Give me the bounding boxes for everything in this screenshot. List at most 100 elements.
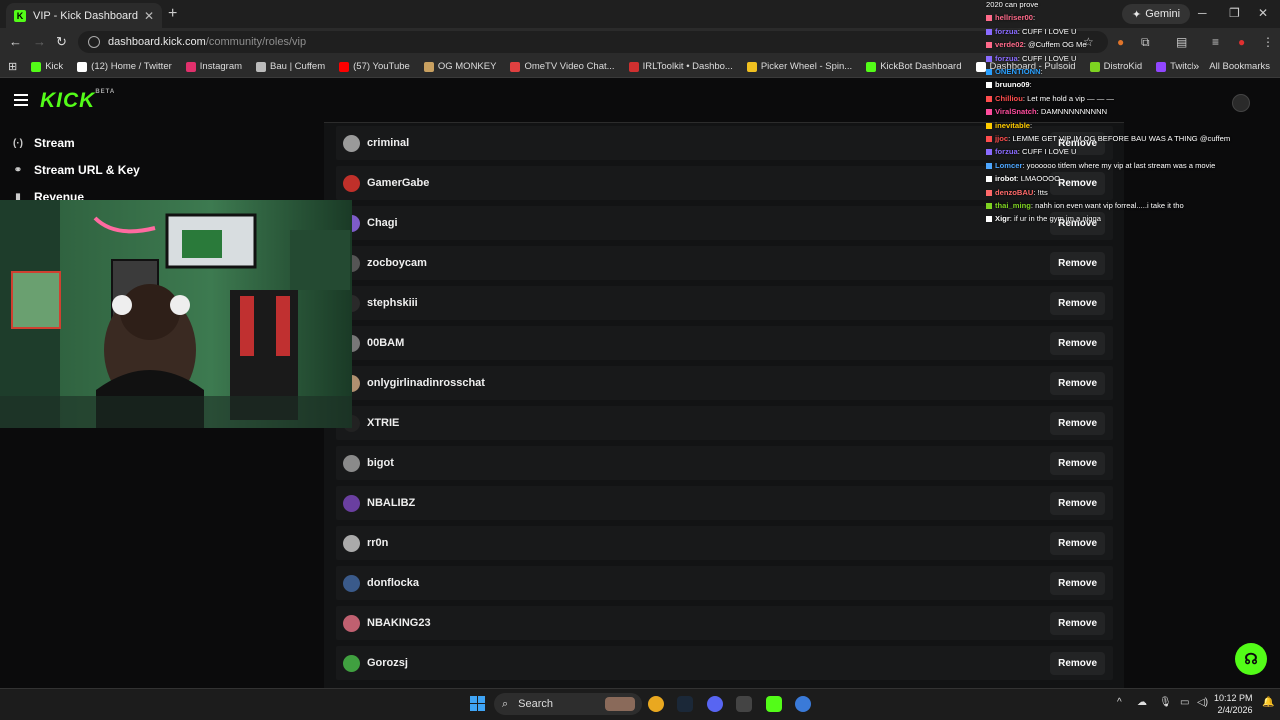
remove-vip-button[interactable]: Remove [1050,491,1105,515]
back-icon[interactable]: ← [9,34,22,49]
bookmark-item[interactable]: OG MONKEY [423,61,496,72]
remove-vip-button[interactable]: Remove [1050,331,1105,355]
bookmark-favicon-icon [339,61,350,72]
vip-username[interactable]: Gorozsj [367,657,1050,669]
onedrive-icon[interactable]: ☁ [1137,697,1147,708]
vip-row: rr0n Remove [336,526,1113,560]
chrome-icon[interactable] [648,696,664,712]
bookmark-favicon-icon [77,61,88,72]
remove-vip-button[interactable]: Remove [1050,291,1105,315]
bookmark-item[interactable]: OmeTV Video Chat... [510,61,615,72]
bookmark-favicon-icon [510,61,521,72]
sidebar-item-stream-url-key[interactable]: ⚭ Stream URL & Key [12,163,140,177]
help-chat-button[interactable]: ☊ [1235,643,1267,675]
vip-username[interactable]: stephskiii [367,297,1050,309]
vip-username[interactable]: zocboycam [367,257,1050,269]
vip-row: Gorozsj Remove [336,646,1113,680]
chat-text: LMAOOOO [1020,174,1060,184]
vip-username[interactable]: Chagi [367,217,1050,229]
sidebar-item-stream[interactable]: (·) Stream [12,136,75,150]
notification-bell-icon[interactable]: 🔔 [1262,697,1274,708]
close-tab-icon[interactable]: ✕ [144,9,154,23]
user-avatar[interactable] [343,574,360,592]
bookmark-label: Picker Wheel - Spin... [760,61,853,72]
kick-app-icon[interactable] [766,696,782,712]
chat-message: verde02: @Cuffem OG Me [986,40,1087,49]
vip-username[interactable]: NBAKING23 [367,617,1050,629]
chat-separator: : [1030,120,1033,130]
user-avatar[interactable] [343,614,360,632]
vip-username[interactable]: bigot [367,457,1050,469]
site-info-icon[interactable] [88,36,100,48]
address-bar[interactable]: dashboard.kick.com/community/roles/vip [78,31,1108,53]
browser-tab[interactable]: K VIP - Kick Dashboard ✕ [6,3,162,28]
vip-username[interactable]: criminal [367,137,1050,149]
reload-icon[interactable]: ↻ [56,34,67,50]
user-avatar[interactable] [343,174,360,192]
sidebar-item-label: Stream [34,136,75,150]
bookmark-item[interactable]: Instagram [185,61,242,72]
user-avatar[interactable] [343,654,360,672]
vip-username[interactable]: NBALIBZ [367,497,1050,509]
bookmark-item[interactable]: KickBot Dashboard [866,61,962,72]
chat-message: 2020 can prove [986,0,1038,9]
kick-logo[interactable]: KICKBETA [40,89,115,113]
chat-badge-icon [986,15,992,22]
discord-icon[interactable] [707,696,723,712]
bookmark-item[interactable]: Kick [31,61,63,72]
vip-username[interactable]: donflocka [367,577,1050,589]
bookmark-favicon-icon [256,61,267,72]
user-avatar[interactable] [343,454,360,472]
remove-vip-button[interactable]: Remove [1050,251,1105,275]
apps-grid-icon[interactable]: ⊞ [8,60,17,73]
tray-chevron-icon[interactable]: ^ [1117,697,1122,708]
chat-separator: : [1033,13,1036,23]
chat-message: irobot: LMAOOOO [986,174,1060,183]
chat-username: Chilliou [995,93,1023,103]
remove-vip-button[interactable]: Remove [1050,611,1105,635]
vip-username[interactable]: onlygirlinadinrosschat [367,377,1050,389]
remove-vip-button[interactable]: Remove [1050,451,1105,475]
remove-vip-button[interactable]: Remove [1050,571,1105,595]
vip-username[interactable]: rr0n [367,537,1050,549]
bookmark-item[interactable]: Picker Wheel - Spin... [746,61,853,72]
bookmark-item[interactable]: (12) Home / Twitter [77,61,172,72]
remove-vip-button[interactable]: Remove [1050,371,1105,395]
vip-username[interactable]: GamerGabe [367,177,1050,189]
new-tab-icon[interactable]: + [168,5,177,23]
network-icon[interactable]: ▭ [1180,697,1189,708]
vip-row: NBALIBZ Remove [336,486,1113,520]
user-avatar[interactable] [343,134,360,152]
chrome-profile-icon[interactable] [795,696,811,712]
forward-icon[interactable]: → [33,34,46,49]
chat-text: CUFF I LOVE U [1022,26,1077,36]
bookmark-item[interactable]: Bau | Cuffem [256,61,325,72]
bookmark-item[interactable]: (57) YouTube [339,61,410,72]
app-icon[interactable] [736,696,752,712]
microphone-icon[interactable]: 🎙 [1159,697,1172,708]
chat-text: DAMNNNNNNNNN [1040,107,1108,117]
chat-badge-icon [986,136,992,142]
chat-badge-icon [986,82,992,89]
remove-vip-button[interactable]: Remove [1050,411,1105,435]
user-avatar[interactable] [343,494,360,512]
bookmark-favicon-icon [866,61,877,72]
remove-vip-button[interactable]: Remove [1050,651,1105,675]
chat-message: Chilliou: Let me hold a vip — — — [986,94,1114,103]
hamburger-menu-icon[interactable] [14,94,28,109]
system-clock[interactable]: 10:12 PM 2/4/2026 [1214,692,1253,716]
remove-vip-button[interactable]: Remove [1050,531,1105,555]
bookmark-item[interactable]: IRLToolkit • Dashbo... [628,61,733,72]
windows-start-icon[interactable] [470,696,485,711]
chat-username: Xigr [995,214,1010,224]
vip-username[interactable]: XTRIE [367,417,1050,429]
steam-icon[interactable] [677,696,693,712]
url-host: dashboard.kick.com [108,36,206,48]
chat-text: !tts [1037,187,1048,197]
taskbar-search-highlight-icon[interactable] [605,697,635,711]
kick-favicon-icon: K [14,9,26,22]
vip-username[interactable]: 00BAM [367,337,1050,349]
volume-icon[interactable]: ◁) [1197,697,1208,708]
user-avatar[interactable] [343,534,360,552]
vip-row: 00BAM Remove [336,326,1113,360]
